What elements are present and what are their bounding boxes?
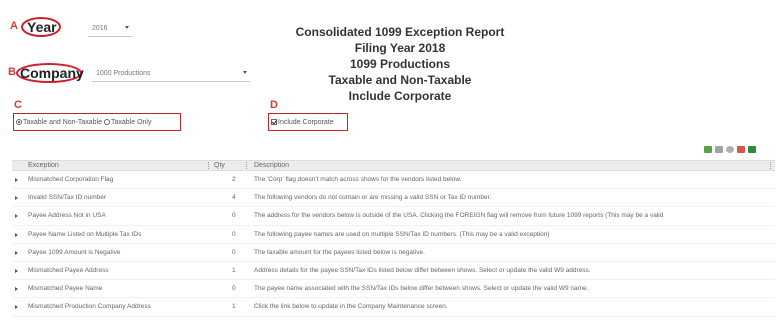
expand-row-icon[interactable] — [15, 305, 18, 310]
table-row[interactable]: Payee Address Not in USA 0 The address for… — [12, 207, 775, 226]
taxable-only-radio[interactable] — [104, 119, 110, 125]
row-description: Address details for the payee SSN/Tax ID… — [254, 266, 591, 274]
report-title-line1: Consolidated 1099 Exception Report — [295, 25, 505, 39]
column-resize-handle[interactable] — [246, 162, 248, 169]
year-select[interactable]: 2016 — [88, 21, 132, 37]
refresh-icon[interactable] — [704, 146, 712, 153]
expand-row-icon[interactable] — [15, 214, 18, 219]
expand-row-icon[interactable] — [15, 287, 18, 292]
expand-row-icon[interactable] — [15, 250, 18, 255]
company-select[interactable]: 1000 Productions — [92, 66, 250, 82]
include-corporate-checkbox[interactable] — [271, 119, 277, 125]
table-body: Mismatched Corporation Flag 2 The 'Corp' f… — [12, 171, 775, 322]
row-qty: 0 — [232, 230, 236, 238]
grid-icon[interactable] — [715, 146, 723, 153]
column-header-qty[interactable]: Qty — [214, 162, 225, 169]
column-header-exception[interactable]: Exception — [28, 162, 59, 169]
row-exception: Mismatched Production Company Address — [28, 303, 151, 311]
excel-icon[interactable] — [748, 146, 756, 153]
include-corporate-label[interactable]: Include Corporate — [278, 119, 334, 126]
exceptions-table: Exception Qty Description Mismatched Cor… — [12, 160, 775, 322]
report-title-line4: Taxable and Non-Taxable — [328, 73, 472, 87]
expand-row-icon[interactable] — [15, 178, 18, 182]
table-row[interactable]: Invalid/Mismatched TCC0Click the link be… — [12, 317, 775, 322]
row-exception: Mismatched Payee Address — [28, 266, 109, 274]
include-corporate-group: Include Corporate — [271, 116, 334, 128]
row-qty: 4 — [232, 194, 236, 202]
row-qty: 0 — [232, 248, 236, 256]
row-exception: Payee 1099 Amount is Negative — [28, 248, 121, 256]
row-qty: 0 — [232, 285, 236, 293]
print-icon[interactable] — [737, 146, 745, 153]
expand-row-icon[interactable] — [15, 196, 18, 201]
table-row[interactable]: Mismatched Payee Name 0 The payee name ass… — [12, 280, 775, 299]
column-resize-handle[interactable] — [770, 162, 772, 169]
row-description: The following payee names are used on mu… — [254, 230, 550, 238]
annotation-a: A — [10, 20, 18, 32]
taxable-only-label[interactable]: Taxable Only — [111, 119, 151, 126]
row-qty: 1 — [232, 266, 236, 274]
row-description: The address for the vendors below is out… — [254, 212, 664, 220]
report-title-line3: 1099 Productions — [349, 57, 451, 71]
chevron-down-icon — [125, 26, 129, 29]
chevron-down-icon — [243, 71, 247, 74]
row-description: The taxable amount for the payees listed… — [254, 248, 425, 256]
row-exception: Invalid SSN/Tax ID number — [28, 194, 107, 202]
report-title-line2: Filing Year 2018 — [354, 41, 446, 55]
row-description: Click the link below to update in the Co… — [254, 303, 448, 311]
row-description: The payee name associated with the SSN/T… — [254, 285, 589, 293]
expand-row-icon[interactable] — [15, 232, 18, 237]
table-row[interactable]: Invalid SSN/Tax ID number 4 The following … — [12, 189, 775, 208]
table-row[interactable]: Payee 1099 Amount is Negative 0 The taxabl… — [12, 244, 775, 262]
row-description: The following vendors do not contain or … — [254, 194, 492, 202]
row-description: The 'Corp' flag doesn't match across sho… — [254, 176, 462, 183]
column-header-description[interactable]: Description — [254, 162, 289, 169]
row-exception: Mismatched Corporation Flag — [28, 176, 114, 183]
grid-toolbar — [704, 146, 756, 153]
table-header: Exception Qty Description — [12, 160, 775, 171]
table-row[interactable]: Mismatched Production Company Address 1 Cl… — [12, 298, 775, 317]
row-exception: Payee Address Not in USA — [28, 212, 106, 220]
row-exception: Mismatched Payee Name — [28, 285, 103, 293]
report-title: Consolidated 1099 Exception Report Filin… — [250, 24, 550, 104]
table-row[interactable]: Payee Name Listed on Multiple Tax IDs 0 Th… — [12, 226, 775, 244]
expand-row-icon[interactable] — [15, 268, 18, 273]
row-exception: Payee Name Listed on Multiple Tax IDs — [28, 230, 142, 238]
annotation-b: B — [8, 66, 16, 78]
table-row[interactable]: Mismatched Payee Address 1 Address details… — [12, 262, 775, 281]
taxable-both-radio[interactable] — [16, 119, 22, 125]
company-select-value: 1000 Productions — [96, 70, 151, 77]
table-row[interactable]: Mismatched Corporation Flag 2 The 'Corp' f… — [12, 171, 775, 190]
settings-icon[interactable] — [726, 146, 734, 153]
annotation-c: C — [14, 99, 22, 111]
report-title-line5: Include Corporate — [348, 89, 452, 103]
company-label: Company — [20, 65, 84, 81]
row-qty: 1 — [232, 303, 236, 311]
year-label: Year — [27, 19, 57, 35]
taxable-both-label[interactable]: Taxable and Non-Taxable — [23, 119, 102, 126]
row-qty: 2 — [232, 176, 236, 183]
taxable-options-group: Taxable and Non-Taxable Taxable Only — [16, 116, 151, 128]
year-select-value: 2016 — [92, 25, 108, 32]
row-qty: 0 — [232, 212, 236, 220]
column-resize-handle[interactable] — [208, 162, 210, 169]
